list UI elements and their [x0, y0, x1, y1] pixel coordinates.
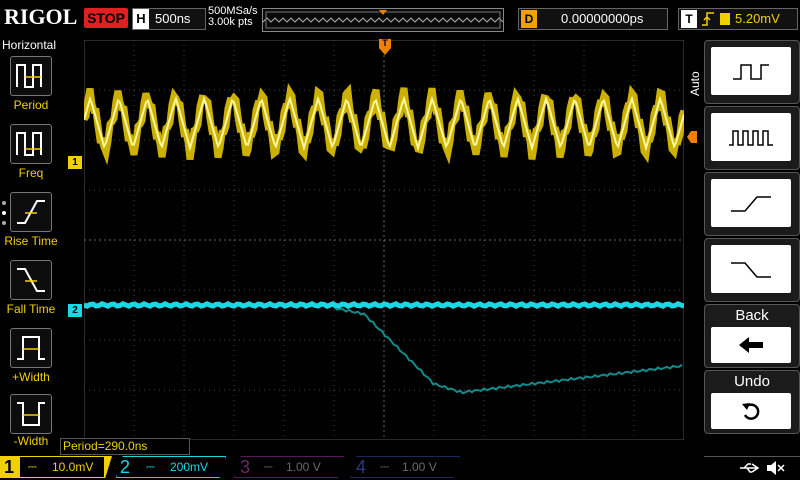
ch1-source-icon: [720, 13, 730, 25]
delay-box[interactable]: D 0.00000000ps: [518, 8, 668, 30]
delay-value: 0.00000000ps: [561, 11, 644, 26]
memory-position-strip[interactable]: [262, 8, 504, 32]
trigger-position-marker[interactable]: T: [378, 38, 392, 56]
mute-speaker-icon: [767, 461, 785, 475]
freq-preset-icon: [711, 113, 791, 161]
fall-preset-button[interactable]: [704, 238, 800, 302]
brand-logo: RIGOL: [4, 4, 78, 29]
trigger-letter: T: [681, 10, 697, 28]
sample-rate-info: 500MSa/s 3.00k pts: [208, 6, 258, 28]
ch2-status[interactable]: 2 ⎓ 200mV: [116, 456, 226, 478]
undo-icon: [711, 393, 791, 429]
ch1-offset-marker[interactable]: 1: [68, 156, 82, 169]
negative-width-icon: [17, 402, 45, 426]
ch3-number: 3: [240, 457, 251, 477]
period-icon: [16, 64, 42, 88]
timebase-value: 500ns: [155, 11, 191, 26]
ch4-scale: 1.00 V: [402, 460, 437, 474]
ch3-scale: 1.00 V: [286, 460, 321, 474]
run-stop-indicator[interactable]: STOP: [84, 8, 128, 28]
dc-coupling-icon: ⎓: [264, 461, 273, 473]
period-preset-button[interactable]: [704, 40, 800, 104]
back-label: Back: [735, 307, 769, 324]
dc-coupling-icon: ⎓: [146, 461, 155, 473]
undo-label: Undo: [734, 373, 770, 390]
positive-width-icon: [17, 336, 45, 360]
timebase-box[interactable]: H 500ns: [132, 8, 206, 30]
ch4-status[interactable]: 4 ⎓ 1.00 V: [350, 456, 460, 478]
rise-time-icon: [17, 200, 45, 224]
delay-letter: D: [521, 10, 537, 28]
period-measurement: Period=290.0ns: [60, 438, 190, 455]
ch1-number: 1: [4, 457, 15, 477]
page-dots-icon: [2, 201, 6, 225]
trigger-level-marker[interactable]: [686, 130, 698, 149]
menu-title: Horizontal: [2, 38, 57, 52]
ch3-status[interactable]: 3 ⎓ 1.00 V: [234, 456, 344, 478]
dc-coupling-icon: ⎓: [380, 461, 389, 473]
ch2-number: 2: [120, 457, 131, 477]
pos-width-button[interactable]: [10, 328, 52, 368]
graticule: [81, 39, 688, 441]
fall-time-icon: [17, 268, 45, 292]
dc-coupling-icon: ⎓: [28, 461, 37, 473]
auto-measure-menu: Back Undo: [700, 40, 800, 456]
pos-width-label: +Width: [12, 370, 50, 384]
ch2-scale: 200mV: [170, 460, 209, 474]
back-arrow-icon: [711, 327, 791, 363]
fall-preset-icon: [711, 245, 791, 293]
ch4-number: 4: [356, 457, 367, 477]
neg-width-label: -Width: [13, 434, 49, 448]
memory-strip-waveform: [262, 10, 504, 29]
measure-menu: Horizontal Period Freq Rise Time Fall Ti…: [0, 36, 62, 456]
ch1-scale: 10.0mV: [52, 460, 94, 474]
period-preset-icon: [711, 47, 791, 95]
freq-preset-button[interactable]: [704, 106, 800, 170]
memory-depth: 3.00k pts: [208, 16, 253, 28]
waveform-display[interactable]: [81, 39, 688, 441]
rise-time-button[interactable]: [10, 192, 52, 232]
trigger-box[interactable]: T 5.20mV: [678, 8, 798, 30]
rise-preset-icon: [711, 179, 791, 227]
channel-bar: 1 ⎓ 10.0mV 2 ⎓ 200mV 3 ⎓ 1.00 V 4 ⎓ 1.00…: [0, 456, 800, 480]
back-button[interactable]: Back: [704, 304, 800, 368]
ch2-waveform: [83, 301, 685, 309]
top-status-bar: RIGOL STOP H 500ns 500MSa/s 3.00k pts D …: [0, 0, 800, 36]
neg-width-button[interactable]: [10, 394, 52, 434]
undo-button[interactable]: Undo: [704, 370, 800, 434]
rise-time-label: Rise Time: [4, 234, 58, 248]
freq-label: Freq: [18, 166, 44, 180]
frequency-icon: [16, 132, 42, 156]
ch2-offset-marker[interactable]: 2: [68, 304, 82, 317]
trigger-marker-text: T: [382, 38, 388, 48]
rising-edge-icon: [702, 12, 714, 26]
period-button[interactable]: [10, 56, 52, 96]
horizontal-letter: H: [133, 9, 149, 29]
freq-button[interactable]: [10, 124, 52, 164]
status-icons: [704, 456, 800, 479]
ch1-status[interactable]: 1 ⎓ 10.0mV: [0, 456, 112, 478]
fall-time-button[interactable]: [10, 260, 52, 300]
trigger-level-value: 5.20mV: [735, 11, 780, 26]
period-label: Period: [13, 98, 49, 112]
fall-time-label: Fall Time: [6, 302, 56, 316]
usb-icon: [740, 463, 760, 473]
rise-preset-button[interactable]: [704, 172, 800, 236]
